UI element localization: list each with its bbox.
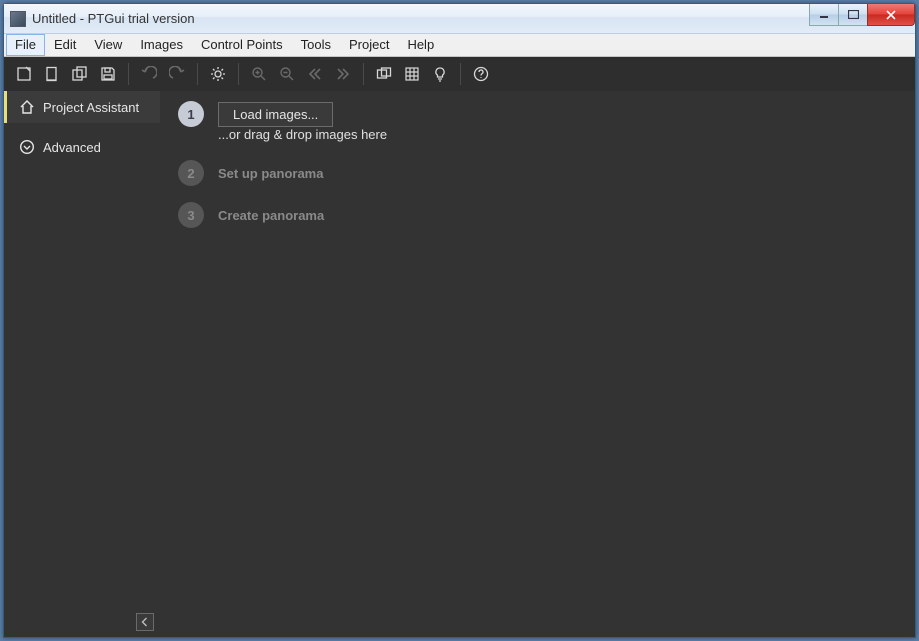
- titlebar[interactable]: Untitled - PTGui trial version: [4, 4, 915, 34]
- redo-icon[interactable]: [163, 60, 191, 88]
- main-panel[interactable]: 1 Load images... ...or drag & drop image…: [160, 91, 915, 637]
- save-icon[interactable]: [94, 60, 122, 88]
- toolbar-separator: [460, 63, 461, 85]
- sidebar-item-advanced[interactable]: Advanced: [4, 131, 160, 163]
- maximize-button[interactable]: [838, 4, 868, 26]
- menu-tools[interactable]: Tools: [292, 34, 340, 56]
- menu-project[interactable]: Project: [340, 34, 398, 56]
- menu-help[interactable]: Help: [398, 34, 443, 56]
- minimize-button[interactable]: [809, 4, 839, 26]
- settings-icon[interactable]: [204, 60, 232, 88]
- menubar: File Edit View Images Control Points Too…: [4, 34, 915, 57]
- toolbar-separator: [238, 63, 239, 85]
- prev-icon[interactable]: [301, 60, 329, 88]
- undo-icon[interactable]: [135, 60, 163, 88]
- step-number-3: 3: [178, 202, 204, 228]
- step-number-1: 1: [178, 101, 204, 127]
- close-button[interactable]: [867, 4, 915, 26]
- step-3-label: Create panorama: [218, 208, 324, 223]
- app-body: Project Assistant Advanced 1 Load images…: [4, 91, 915, 637]
- menu-file[interactable]: File: [6, 34, 45, 56]
- app-window: Untitled - PTGui trial version File Edit…: [3, 3, 916, 638]
- toolbar-separator: [197, 63, 198, 85]
- menu-edit[interactable]: Edit: [45, 34, 85, 56]
- sidebar-item-label: Advanced: [43, 140, 101, 155]
- step-1-row: 1 Load images...: [178, 101, 897, 127]
- load-images-button[interactable]: Load images...: [218, 102, 333, 127]
- window-title: Untitled - PTGui trial version: [32, 11, 195, 26]
- detail-viewer-icon[interactable]: [398, 60, 426, 88]
- menu-view[interactable]: View: [85, 34, 131, 56]
- home-icon: [19, 99, 35, 115]
- toolbar-separator: [363, 63, 364, 85]
- open-icon[interactable]: [38, 60, 66, 88]
- toolbar-separator: [128, 63, 129, 85]
- app-icon: [10, 11, 26, 27]
- step-3-row: 3 Create panorama: [178, 202, 897, 228]
- step-number-2: 2: [178, 160, 204, 186]
- chevron-down-circle-icon: [19, 139, 35, 155]
- tips-icon[interactable]: [426, 60, 454, 88]
- save-multi-icon[interactable]: [66, 60, 94, 88]
- sidebar-item-project-assistant[interactable]: Project Assistant: [4, 91, 160, 123]
- zoom-in-icon[interactable]: [245, 60, 273, 88]
- menu-control-points[interactable]: Control Points: [192, 34, 292, 56]
- step-2-row: 2 Set up panorama: [178, 160, 897, 186]
- collapse-sidebar-button[interactable]: [136, 613, 154, 631]
- window-controls: [810, 4, 915, 26]
- toolbar: [4, 57, 915, 91]
- help-icon[interactable]: [467, 60, 495, 88]
- next-icon[interactable]: [329, 60, 357, 88]
- sidebar-item-label: Project Assistant: [43, 100, 139, 115]
- drag-drop-hint: ...or drag & drop images here: [178, 127, 897, 142]
- sidebar: Project Assistant Advanced: [4, 91, 160, 637]
- panorama-editor-icon[interactable]: [370, 60, 398, 88]
- zoom-out-icon[interactable]: [273, 60, 301, 88]
- new-project-icon[interactable]: [10, 60, 38, 88]
- step-2-label: Set up panorama: [218, 166, 323, 181]
- menu-images[interactable]: Images: [131, 34, 192, 56]
